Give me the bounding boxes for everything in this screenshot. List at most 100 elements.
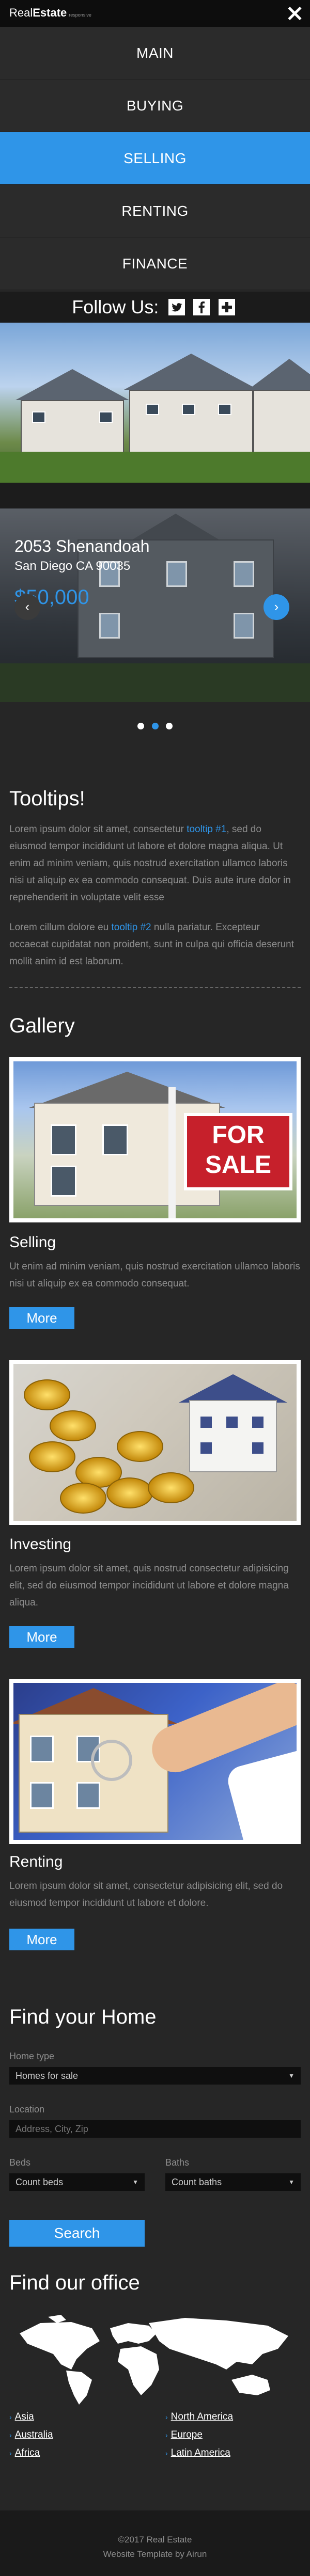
nav-item-buying[interactable]: BUYING: [0, 79, 310, 132]
slide-title: 2053 Shenandoah: [14, 537, 150, 555]
gallery-image-investing[interactable]: [9, 1360, 301, 1525]
tooltips-heading: Tooltips!: [9, 787, 85, 810]
office-link-africa[interactable]: Africa: [15, 2447, 40, 2458]
logo-text-part1: Real: [9, 6, 33, 19]
nav-item-finance[interactable]: FINANCE: [0, 237, 310, 290]
slider-ground: [0, 663, 310, 702]
more-button-selling[interactable]: More: [9, 1307, 74, 1329]
slide-subtitle: San Diego CA 90035: [14, 559, 131, 573]
chevron-right-icon: ›: [9, 2449, 12, 2457]
hero-house-2: [129, 390, 253, 457]
renting-house-window: [30, 1782, 54, 1809]
follow-us-label: Follow Us:: [72, 296, 159, 317]
location-label: Location: [9, 2104, 45, 2114]
office-item-asia: › Asia: [9, 2408, 53, 2426]
location-input[interactable]: Address, City, Zip: [9, 2120, 301, 2138]
slider-dot[interactable]: [137, 723, 145, 729]
office-link-latin-america[interactable]: Latin America: [171, 2447, 230, 2458]
nav-item-main[interactable]: MAIN: [0, 27, 310, 79]
tooltips-text: Lorem ipsum dolor sit amet, consectetur: [9, 824, 187, 835]
world-map: [20, 2315, 288, 2405]
chevron-right-icon: ›: [165, 2413, 168, 2421]
find-home-heading: Find your Home: [9, 2006, 157, 2028]
coin: [148, 1472, 194, 1503]
mini-house-window: [200, 1442, 212, 1454]
hero-window: [182, 404, 195, 415]
plus-icon[interactable]: [218, 299, 235, 315]
facebook-icon[interactable]: [193, 299, 210, 315]
hero-window: [146, 404, 159, 415]
footer-credit[interactable]: Website Template by Airun: [0, 2547, 310, 2562]
office-link-europe[interactable]: Europe: [171, 2429, 203, 2440]
nav-item-selling[interactable]: SELLING: [0, 132, 310, 185]
slider-dot-active[interactable]: [151, 723, 159, 729]
more-button-renting[interactable]: More: [9, 1929, 74, 1950]
office-link-asia[interactable]: Asia: [15, 2411, 34, 2422]
beds-label: Beds: [9, 2157, 31, 2168]
baths-select[interactable]: Count baths ▼: [165, 2173, 301, 2191]
beds-select[interactable]: Count beds ▼: [9, 2173, 145, 2191]
site-footer: ©2017 Real Estate Website Template by Ai…: [0, 2510, 310, 2576]
shirt-cuff: [224, 1743, 297, 1840]
slider-house: [78, 539, 274, 658]
tooltip-2-link[interactable]: tooltip #2: [111, 922, 151, 933]
gallery-heading: Gallery: [9, 1014, 75, 1037]
footer-copyright: ©2017 Real Estate: [118, 2535, 192, 2545]
gallery-window: [51, 1124, 76, 1155]
chevron-right-icon: ›: [9, 2413, 12, 2421]
chevron-right-icon: ›: [9, 2431, 12, 2439]
slider-dot[interactable]: [165, 723, 173, 729]
caret-down-icon: ▼: [132, 2179, 138, 2186]
renting-house: [19, 1714, 168, 1833]
slider-window: [234, 561, 254, 587]
mini-house-window: [226, 1417, 238, 1428]
office-link-australia[interactable]: Australia: [15, 2429, 53, 2440]
hero-divider: [0, 483, 310, 508]
coin: [50, 1410, 96, 1441]
office-list-right: › North America › Europe › Latin America: [165, 2408, 233, 2462]
hero-house-1: [21, 400, 124, 457]
office-link-north-america[interactable]: North America: [171, 2411, 233, 2422]
slider-next-button[interactable]: ›: [264, 594, 289, 620]
search-button[interactable]: Search: [9, 2220, 145, 2247]
coin: [60, 1483, 106, 1514]
hero-window: [99, 411, 113, 423]
chevron-right-icon: ›: [274, 599, 279, 614]
sign-line-1: FOR: [212, 1121, 265, 1149]
slider-prev-button[interactable]: ‹: [14, 594, 40, 620]
follow-us-bar: Follow Us:: [0, 292, 310, 323]
gallery-title-renting: Renting: [9, 1853, 63, 1870]
office-heading: Find our office: [9, 2271, 140, 2294]
hero-roof-2: [124, 354, 258, 390]
nav-item-renting[interactable]: RENTING: [0, 185, 310, 237]
gallery-window: [51, 1166, 76, 1197]
gallery-image-renting[interactable]: [9, 1679, 301, 1844]
home-type-label: Home type: [9, 2051, 55, 2061]
home-type-value: Homes for sale: [16, 2071, 79, 2081]
tooltips-paragraph-2: Lorem cillum dolore eu tooltip #2 nulla …: [9, 919, 301, 970]
home-type-select[interactable]: Homes for sale ▼: [9, 2067, 301, 2085]
coin: [117, 1431, 163, 1462]
more-button-investing[interactable]: More: [9, 1626, 74, 1648]
twitter-icon[interactable]: [168, 299, 185, 315]
top-bar: RealEstate responsive: [0, 0, 310, 27]
logo-tagline: responsive: [69, 12, 91, 18]
mini-house-window: [252, 1417, 264, 1428]
close-menu-icon[interactable]: [286, 5, 303, 22]
office-item-africa: › Africa: [9, 2444, 53, 2462]
mini-house-window: [252, 1442, 264, 1454]
mini-house: [189, 1400, 277, 1472]
tooltip-1-link[interactable]: tooltip #1: [187, 824, 226, 835]
mini-house-window: [200, 1417, 212, 1428]
for-sale-sign: FOR SALE: [184, 1113, 292, 1190]
sign-line-2: SALE: [205, 1151, 271, 1179]
site-logo[interactable]: RealEstate responsive: [9, 6, 91, 22]
caret-down-icon: ▼: [288, 2072, 295, 2079]
hero-roof-1: [16, 369, 129, 400]
caret-down-icon: ▼: [288, 2179, 295, 2186]
gallery-image-selling[interactable]: FOR SALE: [9, 1057, 301, 1222]
baths-value: Count baths: [172, 2177, 222, 2187]
hero-house-3: [253, 390, 310, 457]
hero-window: [218, 404, 231, 415]
chevron-right-icon: ›: [165, 2449, 168, 2457]
